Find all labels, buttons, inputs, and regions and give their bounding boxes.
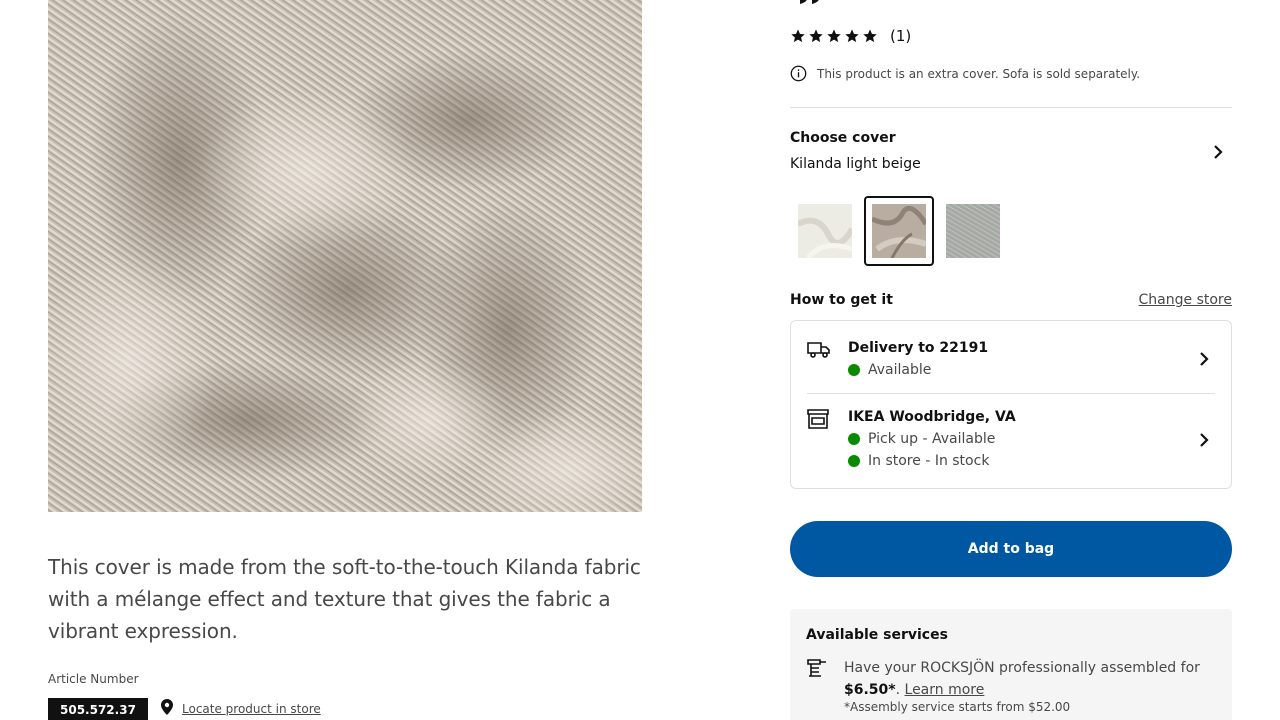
info-icon bbox=[790, 65, 807, 82]
rating-stars bbox=[790, 28, 878, 44]
divider bbox=[790, 107, 1232, 108]
star-icon bbox=[809, 29, 823, 43]
learn-more-link[interactable]: Learn more bbox=[905, 682, 985, 698]
availability-box: Delivery to 22191 Available IKEA Woodbri… bbox=[790, 320, 1232, 489]
swatch-light-beige[interactable] bbox=[872, 204, 926, 258]
truck-icon bbox=[807, 342, 830, 358]
choose-cover-title[interactable]: Choose cover bbox=[790, 130, 896, 146]
delivery-status: Available bbox=[848, 362, 931, 378]
pickup-status-text: Pick up - Available bbox=[868, 431, 996, 447]
add-to-bag-button[interactable]: Add to bag bbox=[790, 521, 1232, 577]
swatch-off-white[interactable] bbox=[798, 204, 852, 258]
pickup-status: Pick up - Available bbox=[848, 431, 995, 447]
instore-status: In store - In stock bbox=[848, 453, 989, 469]
change-store-link[interactable]: Change store bbox=[1139, 292, 1232, 308]
available-services-title: Available services bbox=[806, 627, 948, 643]
store-icon bbox=[807, 409, 829, 429]
store-title: IKEA Woodbridge, VA bbox=[848, 409, 1016, 425]
status-instock-dot bbox=[848, 455, 860, 467]
status-available-dot bbox=[848, 433, 860, 445]
delivery-status-text: Available bbox=[868, 362, 932, 378]
product-description: This cover is made from the soft-to-the-… bbox=[48, 555, 641, 643]
assembly-text-start: Have your ROCKSJÖN professionally assemb… bbox=[844, 660, 1200, 676]
swatch-grey[interactable] bbox=[946, 204, 1000, 258]
star-icon bbox=[863, 29, 877, 43]
assembly-icon bbox=[807, 659, 826, 677]
store-option[interactable]: IKEA Woodbridge, VA Pick up - Available … bbox=[807, 408, 1215, 478]
divider bbox=[807, 393, 1215, 394]
status-available-dot bbox=[848, 364, 860, 376]
rating-count[interactable]: (1) bbox=[890, 27, 911, 45]
star-icon bbox=[827, 29, 841, 43]
assembly-note: *Assembly service starts from $52.00 bbox=[844, 700, 1071, 714]
instore-status-text: In store - In stock bbox=[868, 453, 990, 469]
extra-cover-note-text: This product is an extra cover. Sofa is … bbox=[817, 66, 1141, 81]
location-pin-icon bbox=[160, 699, 174, 718]
product-rating[interactable]: (1) bbox=[790, 27, 911, 45]
delivery-title: Delivery to 22191 bbox=[848, 340, 989, 356]
chevron-right-icon[interactable] bbox=[1197, 432, 1211, 448]
selected-cover-name[interactable]: Kilanda light beige bbox=[790, 156, 921, 172]
assembly-service-text: Have your ROCKSJÖN professionally assemb… bbox=[844, 657, 1214, 701]
product-title-fragment bbox=[800, 0, 819, 4]
assembly-price: $6.50* bbox=[844, 682, 896, 698]
locate-product-label[interactable]: Locate product in store bbox=[182, 702, 321, 716]
chevron-right-icon[interactable] bbox=[1210, 143, 1226, 161]
article-number-label: Article Number bbox=[48, 672, 139, 686]
available-services-panel: Available services Have your ROCKSJÖN pr… bbox=[790, 609, 1232, 720]
extra-cover-note: This product is an extra cover. Sofa is … bbox=[790, 65, 1140, 82]
locate-product-link[interactable]: Locate product in store bbox=[160, 699, 321, 718]
product-image[interactable] bbox=[48, 0, 642, 512]
delivery-option[interactable]: Delivery to 22191 Available bbox=[807, 339, 1215, 389]
article-number-badge: 505.572.37 bbox=[48, 698, 148, 720]
star-icon bbox=[791, 29, 805, 43]
chevron-right-icon[interactable] bbox=[1197, 351, 1211, 367]
assembly-text-end: . bbox=[895, 682, 905, 698]
how-to-get-it-title: How to get it bbox=[790, 292, 893, 308]
star-icon bbox=[845, 29, 859, 43]
